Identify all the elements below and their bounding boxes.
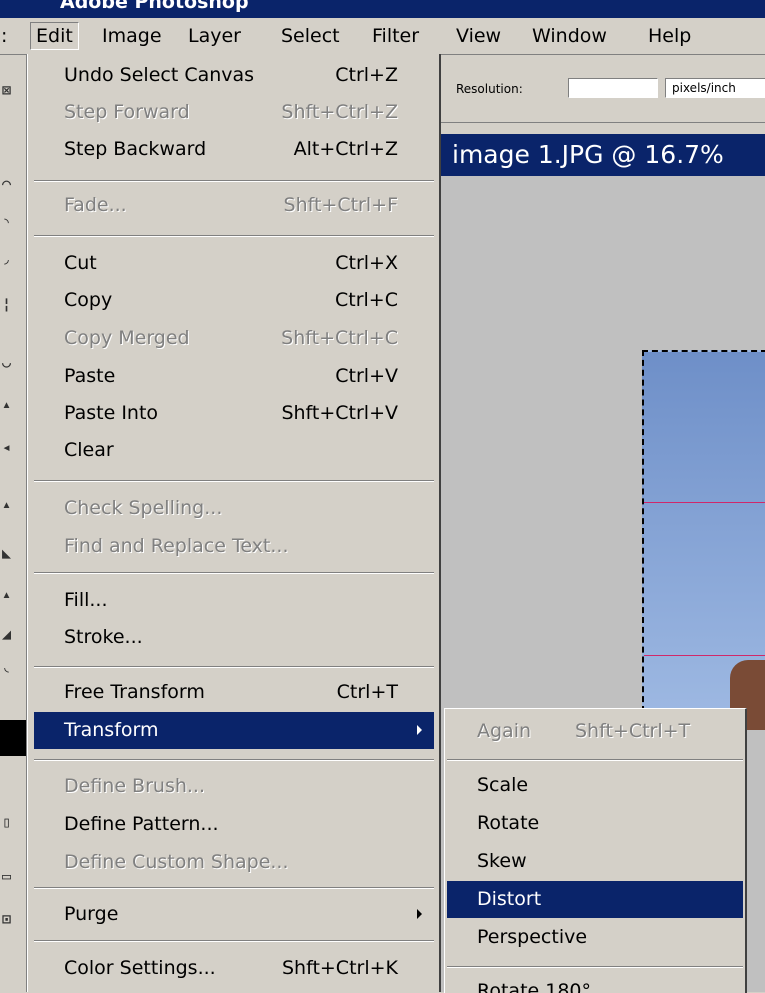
toolbox: ⊠ ◠ ◝ ◞ ¦ ◡ ▴ ◂ ▴ ◣ ▴ ◢ ◟ ▯ ▭ ⊡ bbox=[0, 55, 27, 992]
submenu-item-rotate[interactable]: Rotate bbox=[447, 805, 743, 842]
guide-line bbox=[644, 655, 765, 656]
guide-line bbox=[644, 502, 765, 503]
dodge-tool-icon[interactable]: ▴ bbox=[2, 495, 22, 517]
menu-item-fade[interactable]: Fade... Shft+Ctrl+F bbox=[34, 187, 434, 224]
menu-item-purge[interactable]: Purge bbox=[34, 896, 434, 933]
menu-layer[interactable]: Layer bbox=[183, 22, 246, 50]
quickmask-icon[interactable]: ▯ bbox=[2, 813, 22, 835]
menu-item-step-forward[interactable]: Step Forward Shft+Ctrl+Z bbox=[34, 94, 434, 131]
app-title: Adobe Photoshop bbox=[60, 0, 249, 13]
menu-item-clear[interactable]: Clear bbox=[34, 432, 434, 469]
menu-item-undo[interactable]: Undo Select Canvas Ctrl+Z bbox=[34, 57, 434, 94]
menu-separator bbox=[34, 666, 434, 668]
crop-tool-icon[interactable]: ⊠ bbox=[2, 81, 22, 103]
menu-help[interactable]: Help bbox=[643, 22, 696, 50]
notes-tool-icon[interactable]: ◟ bbox=[2, 658, 22, 680]
document-image[interactable] bbox=[642, 350, 765, 712]
submenu-item-rotate-180[interactable]: Rotate 180° bbox=[447, 973, 743, 993]
menu-item-free-transform[interactable]: Free Transform Ctrl+T bbox=[34, 674, 434, 711]
resolution-input[interactable] bbox=[568, 78, 658, 98]
foreground-color-swatch[interactable] bbox=[0, 720, 26, 756]
submenu-item-again[interactable]: Again Shft+Ctrl+T bbox=[447, 713, 743, 750]
menu-edit[interactable]: Edit bbox=[30, 22, 79, 50]
resolution-label: Resolution: bbox=[456, 82, 523, 96]
menu-item-define-brush[interactable]: Define Brush... bbox=[34, 768, 434, 805]
menu-item-define-pattern[interactable]: Define Pattern... bbox=[34, 806, 434, 843]
menu-item-paste-into[interactable]: Paste Into Shft+Ctrl+V bbox=[34, 395, 434, 432]
resolution-unit-select[interactable]: pixels/inch bbox=[665, 78, 765, 98]
menu-item-paste[interactable]: Paste Ctrl+V bbox=[34, 358, 434, 395]
menu-separator bbox=[34, 887, 434, 889]
menu-item-define-custom-shape[interactable]: Define Custom Shape... bbox=[34, 844, 434, 881]
type-tool-icon[interactable]: ▴ bbox=[2, 585, 22, 607]
edit-menu: Undo Select Canvas Ctrl+Z Step Forward Shf… bbox=[27, 54, 441, 992]
submenu-item-perspective[interactable]: Perspective bbox=[447, 919, 743, 956]
menu-separator bbox=[34, 180, 434, 182]
menu-separator bbox=[34, 940, 434, 942]
menu-item-stroke[interactable]: Stroke... bbox=[34, 619, 434, 656]
jump-to-icon[interactable]: ⊡ bbox=[2, 910, 22, 932]
menu-item-color-settings[interactable]: Color Settings... Shft+Ctrl+K bbox=[34, 950, 434, 987]
menu-filter[interactable]: Filter bbox=[367, 22, 424, 50]
lasso-tool-icon[interactable]: ◝ bbox=[2, 213, 22, 235]
menu-image[interactable]: Image bbox=[97, 22, 167, 50]
menu-item-fill[interactable]: Fill... bbox=[34, 582, 434, 619]
shape-tool-icon[interactable]: ◢ bbox=[2, 625, 22, 647]
menu-separator bbox=[34, 759, 434, 761]
menu-item-step-backward[interactable]: Step Backward Alt+Ctrl+Z bbox=[34, 131, 434, 168]
menu-item-cut[interactable]: Cut Ctrl+X bbox=[34, 245, 434, 282]
app-title-bar: Adobe Photoshop bbox=[0, 0, 765, 18]
menu-view[interactable]: View bbox=[451, 22, 506, 50]
menu-separator bbox=[34, 235, 434, 237]
submenu-item-scale[interactable]: Scale bbox=[447, 767, 743, 804]
gradient-tool-icon[interactable]: ◂ bbox=[2, 438, 22, 460]
brush-tool-icon[interactable]: ◠ bbox=[2, 175, 22, 197]
heal-tool-icon[interactable]: ◞ bbox=[2, 250, 22, 272]
menubar: : Edit Image Layer Select Filter View Wi… bbox=[0, 18, 765, 55]
menu-item-copy-merged[interactable]: Copy Merged Shft+Ctrl+C bbox=[34, 320, 434, 357]
submenu-item-distort[interactable]: Distort bbox=[447, 881, 743, 918]
menu-item-check-spelling[interactable]: Check Spelling... bbox=[34, 490, 434, 527]
options-bar: Resolution: pixels/inch bbox=[430, 56, 765, 123]
menu-separator bbox=[447, 966, 743, 968]
eraser-tool-icon[interactable]: ▴ bbox=[2, 395, 22, 417]
history-brush-icon[interactable]: ◡ bbox=[2, 353, 22, 375]
menu-window[interactable]: Window bbox=[527, 22, 612, 50]
submenu-item-skew[interactable]: Skew bbox=[447, 843, 743, 880]
document-title[interactable]: image 1.JPG @ 16.7% bbox=[440, 134, 765, 176]
menu-item-find-replace[interactable]: Find and Replace Text... bbox=[34, 528, 434, 565]
submenu-arrow-icon bbox=[417, 909, 422, 919]
screen-mode-icon[interactable]: ▭ bbox=[2, 867, 22, 889]
menubar-file-edge[interactable]: : bbox=[0, 22, 12, 50]
menu-separator bbox=[447, 759, 743, 761]
menu-select[interactable]: Select bbox=[276, 22, 345, 50]
menu-separator bbox=[34, 480, 434, 482]
submenu-arrow-icon bbox=[417, 725, 422, 735]
stamp-tool-icon[interactable]: ¦ bbox=[2, 295, 22, 317]
transform-submenu: Again Shft+Ctrl+T Scale Rotate Skew Disto… bbox=[444, 708, 747, 993]
menu-item-copy[interactable]: Copy Ctrl+C bbox=[34, 282, 434, 319]
menu-separator bbox=[34, 572, 434, 574]
pen-tool-icon[interactable]: ◣ bbox=[2, 544, 22, 566]
menu-item-transform[interactable]: Transform bbox=[34, 712, 434, 749]
